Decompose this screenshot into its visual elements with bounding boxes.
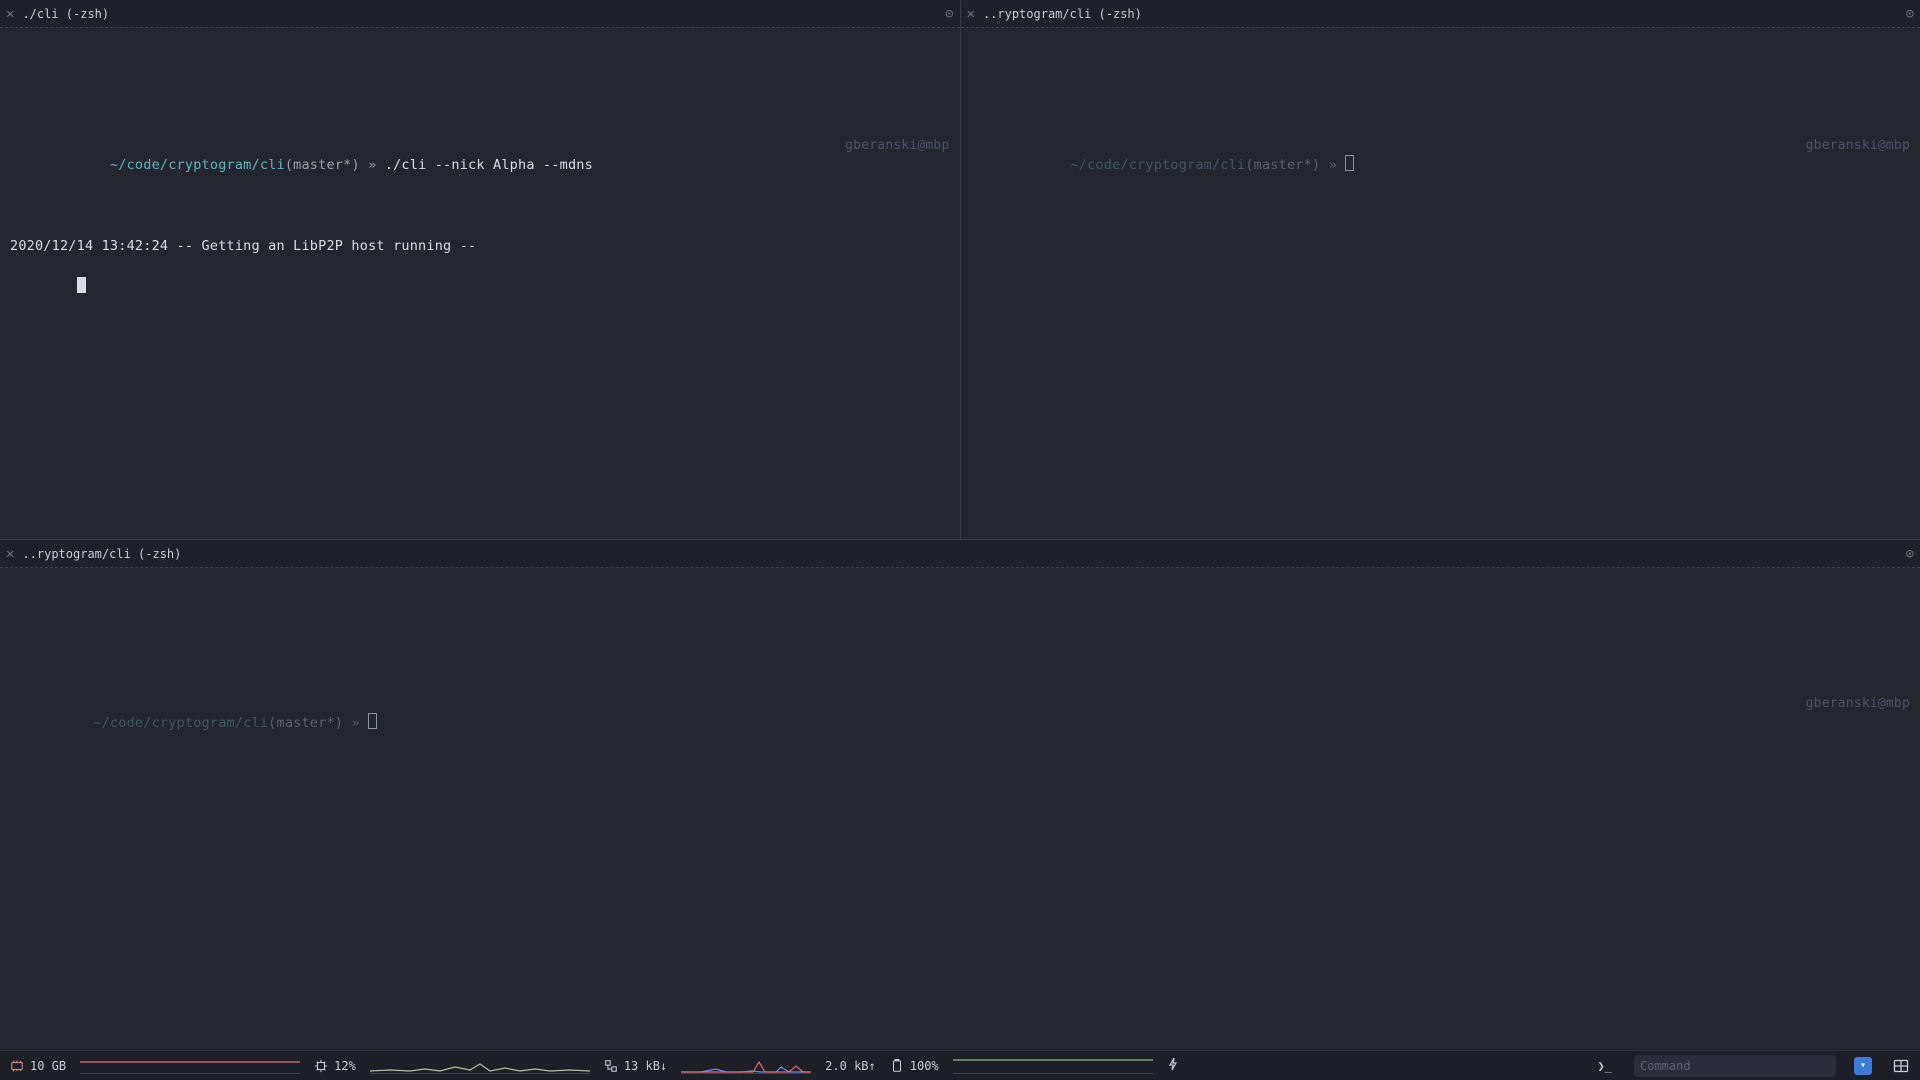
status-battery: 100% <box>890 1059 939 1073</box>
tab-title: ./cli (-zsh) <box>22 7 109 21</box>
more-icon[interactable]: ⊙ <box>1906 546 1914 562</box>
memory-icon <box>10 1059 24 1073</box>
prompt-branch: master* <box>1254 157 1312 173</box>
prompt-path: ~/code/cryptogram/cli <box>110 157 285 173</box>
status-net-down: 13 kB↓ <box>604 1059 667 1073</box>
tab-title: ..ryptogram/cli (-zsh) <box>22 547 181 561</box>
pane-top-left[interactable]: ✕ ./cli (-zsh) ⊙ ~/code/cryptogram/cli(m… <box>0 0 961 539</box>
prompt-branch: master* <box>277 715 335 731</box>
prompt-symbol: » <box>1329 157 1337 173</box>
battery-value: 100% <box>910 1059 939 1073</box>
prompt-userhost: gberanski@mbp <box>845 136 949 156</box>
cursor-icon <box>1345 155 1354 171</box>
prompt-path: ~/code/cryptogram/cli <box>93 715 268 731</box>
prompt-path: ~/code/cryptogram/cli <box>1070 157 1245 173</box>
prompt-userhost: gberanski@mbp <box>1806 694 1910 714</box>
cursor-icon <box>77 277 86 293</box>
status-cpu: 12% <box>314 1059 356 1073</box>
terminal-body[interactable]: ~/code/cryptogram/cli(master*) » gberans… <box>0 568 1920 1050</box>
status-net-up: 2.0 kB↑ <box>825 1059 876 1073</box>
prompt-symbol: » <box>351 715 359 731</box>
pane-bottom[interactable]: ✕ ..ryptogram/cli (-zsh) ⊙ ~/code/crypto… <box>0 540 1920 1050</box>
terminal-body[interactable]: ~/code/cryptogram/cli(master*) » ./cli -… <box>0 28 960 539</box>
network-icon <box>604 1059 618 1073</box>
more-icon[interactable]: ⊙ <box>945 6 953 22</box>
prompt-userhost: gberanski@mbp <box>1806 136 1910 156</box>
more-icon[interactable]: ⊙ <box>1906 6 1914 22</box>
battery-sparkline <box>953 1058 1153 1074</box>
cpu-value: 12% <box>334 1059 356 1073</box>
command-dropdown-button[interactable]: ▾ <box>1854 1057 1872 1075</box>
command-input[interactable] <box>1640 1059 1830 1073</box>
memory-sparkline <box>80 1058 300 1074</box>
panes-layout-icon[interactable] <box>1892 1057 1910 1075</box>
charging-icon <box>1167 1057 1179 1075</box>
terminal-body[interactable]: ~/code/cryptogram/cli(master*) » gberans… <box>961 28 1920 539</box>
tab-bar: ✕ ..ryptogram/cli (-zsh) ⊙ <box>0 540 1920 568</box>
close-icon[interactable]: ✕ <box>967 7 975 21</box>
cpu-sparkline <box>370 1058 590 1074</box>
prompt-icon: ❯_ <box>1598 1059 1612 1073</box>
top-panes-row: ✕ ./cli (-zsh) ⊙ ~/code/cryptogram/cli(m… <box>0 0 1920 540</box>
prompt-symbol: » <box>368 157 376 173</box>
tab-title: ..ryptogram/cli (-zsh) <box>983 7 1142 21</box>
battery-icon <box>890 1059 904 1073</box>
net-sparkline <box>681 1058 811 1074</box>
memory-value: 10 GB <box>30 1059 66 1073</box>
command-box[interactable] <box>1634 1055 1836 1077</box>
close-icon[interactable]: ✕ <box>6 547 14 561</box>
net-down-value: 13 kB↓ <box>624 1059 667 1073</box>
cursor-icon <box>368 713 377 729</box>
status-memory: 10 GB <box>10 1059 66 1073</box>
net-up-value: 2.0 kB↑ <box>825 1059 876 1073</box>
pane-top-right[interactable]: ✕ ..ryptogram/cli (-zsh) ⊙ ~/code/crypto… <box>961 0 1920 539</box>
tab-bar: ✕ ./cli (-zsh) ⊙ <box>0 0 960 28</box>
app-root: ✕ ./cli (-zsh) ⊙ ~/code/cryptogram/cli(m… <box>0 0 1920 1080</box>
tab-bar: ✕ ..ryptogram/cli (-zsh) ⊙ <box>961 0 1920 28</box>
terminal-output-line: 2020/12/14 13:42:24 -- Getting an LibP2P… <box>10 236 950 256</box>
cpu-icon <box>314 1059 328 1073</box>
prompt-branch: master* <box>293 157 351 173</box>
close-icon[interactable]: ✕ <box>6 7 14 21</box>
status-bar: 10 GB 12% 13 kB↓ 2.0 kB↑ <box>0 1050 1920 1080</box>
prompt-command: ./cli --nick Alpha --mdns <box>385 157 593 173</box>
